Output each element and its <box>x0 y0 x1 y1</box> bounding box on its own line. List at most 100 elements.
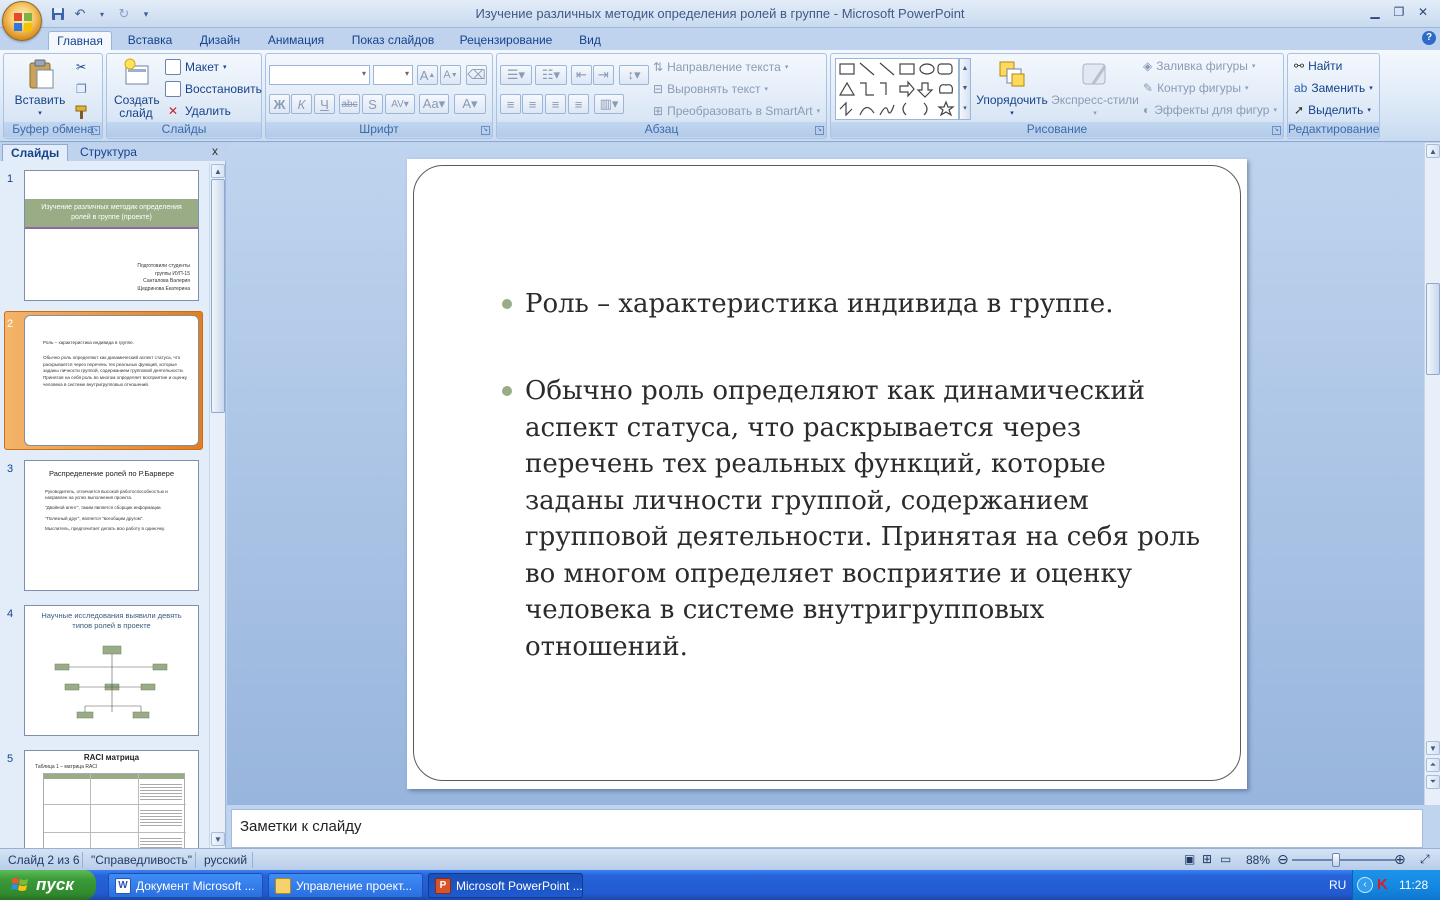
increase-indent-icon[interactable]: ⇥ <box>593 65 614 85</box>
text-shadow-icon[interactable]: S <box>362 94 383 114</box>
change-case-icon[interactable]: Aa▾ <box>419 94 449 114</box>
keyboard-language[interactable]: RU <box>1329 878 1346 892</box>
tab-view[interactable]: Вид <box>570 31 610 50</box>
copy-icon[interactable]: ❐ <box>76 82 87 96</box>
shape-outline-button[interactable]: ✎ Контур фигуры ▾ <box>1143 81 1249 95</box>
strikethrough-icon[interactable]: abc <box>339 94 360 114</box>
scroll-down-icon[interactable]: ▼ <box>1426 741 1440 755</box>
layout-button[interactable]: Макет ▾ <box>165 59 226 75</box>
bold-icon[interactable]: Ж <box>269 94 290 114</box>
new-slide-button[interactable]: Создать слайд <box>110 58 162 120</box>
panel-scroll-thumb[interactable] <box>211 179 225 413</box>
current-slide[interactable]: Роль – характеристика индивида в группе.… <box>407 159 1247 789</box>
justify-icon[interactable]: ≡ <box>568 94 589 114</box>
taskbar-item-folder[interactable]: Управление проект... <box>268 873 423 898</box>
theme-name[interactable]: "Справедливость" <box>91 853 192 867</box>
normal-view-icon[interactable]: ▣ <box>1184 852 1195 866</box>
text-direction-button[interactable]: ⇅ Направление текста ▾ <box>653 60 788 74</box>
office-button[interactable] <box>2 1 42 41</box>
shapes-gallery[interactable] <box>835 58 959 120</box>
tab-home[interactable]: Главная <box>48 31 112 50</box>
notes-input[interactable]: Заметки к слайду <box>231 809 1423 848</box>
tray-expand-icon[interactable]: ‹ <box>1357 877 1373 893</box>
select-button[interactable]: ➚ Выделить ▾ <box>1294 103 1371 117</box>
shape-effects-button[interactable]: ◐ Эффекты для фигур ▾ <box>1143 103 1277 117</box>
language-indicator[interactable]: русский <box>204 853 247 867</box>
clear-formatting-icon[interactable]: ⌫ <box>466 65 487 85</box>
slide-thumbnail-2[interactable]: Роль – характеристика индивида в группе.… <box>24 315 199 446</box>
close-icon[interactable]: x <box>212 144 218 158</box>
scroll-down-icon[interactable]: ▼ <box>211 832 225 846</box>
numbering-icon[interactable]: ☷▾ <box>535 65 567 85</box>
tab-slides[interactable]: Слайды <box>2 144 69 161</box>
slide-thumbnail-3[interactable]: Распределение ролей по Р.Барвере Руковод… <box>24 460 199 591</box>
tab-slideshow[interactable]: Показ слайдов <box>345 31 441 50</box>
quick-styles-button[interactable]: Экспресс-стили ▾ <box>1051 58 1139 120</box>
format-painter-icon[interactable] <box>74 104 90 120</box>
smartart-button[interactable]: ⊞ Преобразовать в SmartArt ▾ <box>653 104 820 118</box>
shrink-font-icon[interactable]: A ▼ <box>440 65 461 85</box>
paste-button[interactable]: Вставить ▾ <box>12 58 68 120</box>
zoom-in-icon[interactable]: ⊕ <box>1394 851 1406 868</box>
zoom-level[interactable]: 88% <box>1246 853 1270 867</box>
panel-scrollbar[interactable]: ▲ ▼ <box>209 163 225 848</box>
font-name-combobox[interactable]: ▾ <box>269 65 370 85</box>
clipboard-launcher-icon[interactable]: ↘ <box>91 126 100 135</box>
start-button[interactable]: пуск <box>0 870 96 900</box>
slide-sorter-view-icon[interactable]: ⊞ <box>1202 852 1212 866</box>
slideshow-view-icon[interactable]: ▭ <box>1220 852 1231 866</box>
antivirus-icon[interactable]: K <box>1377 876 1393 894</box>
shape-fill-button[interactable]: ◈ Заливка фигуры ▾ <box>1143 59 1255 73</box>
paragraph-launcher-icon[interactable]: ↘ <box>815 126 824 135</box>
grow-font-icon[interactable]: A ▲ <box>417 65 438 85</box>
fit-to-window-icon[interactable]: ⤢ <box>1420 852 1430 867</box>
close-icon[interactable]: ✕ <box>1412 3 1434 21</box>
line-spacing-icon[interactable]: ↕▾ <box>619 65 649 85</box>
align-text-button[interactable]: ⊟ Выровнять текст ▾ <box>653 82 768 96</box>
drawing-launcher-icon[interactable]: ↘ <box>1272 126 1281 135</box>
reset-button[interactable]: Восстановить <box>165 81 262 97</box>
zoom-slider-thumb[interactable] <box>1332 853 1340 867</box>
slide-thumbnail-1[interactable]: Изучение различных методик определения р… <box>24 170 199 301</box>
tab-animation[interactable]: Анимация <box>258 31 334 50</box>
editor-scroll-thumb[interactable] <box>1426 283 1440 375</box>
minimize-icon[interactable]: ▁ <box>1364 3 1386 21</box>
cut-icon[interactable]: ✂ <box>76 60 86 74</box>
help-icon[interactable]: ? <box>1422 31 1436 45</box>
slide-thumbnail-5[interactable]: RACI матрица Таблица 1 – матрица RACI <box>24 750 199 848</box>
taskbar-item-powerpoint[interactable]: P Microsoft PowerPoint ... <box>428 873 583 898</box>
find-button[interactable]: ⚯ Найти <box>1294 59 1342 73</box>
next-slide-icon[interactable]: ⏷ <box>1426 775 1440 789</box>
replace-button[interactable]: ab Заменить ▾ <box>1294 81 1373 95</box>
columns-icon[interactable]: ▥▾ <box>594 94 624 114</box>
tab-outline[interactable]: Структура <box>72 144 145 161</box>
decrease-indent-icon[interactable]: ⇤ <box>571 65 592 85</box>
scroll-up-icon[interactable]: ▲ <box>211 164 225 178</box>
tab-insert[interactable]: Вставка <box>120 31 180 50</box>
font-launcher-icon[interactable]: ↘ <box>481 126 490 135</box>
tab-design[interactable]: Дизайн <box>190 31 250 50</box>
align-right-icon[interactable]: ≡ <box>545 94 566 114</box>
previous-slide-icon[interactable]: ⏶ <box>1426 758 1440 772</box>
restore-icon[interactable]: ❐ <box>1388 3 1410 21</box>
arrange-button[interactable]: Упорядочить ▾ <box>976 58 1048 120</box>
underline-icon[interactable]: Ч <box>314 94 335 114</box>
zoom-slider[interactable] <box>1292 859 1396 861</box>
zoom-out-icon[interactable]: ⊖ <box>1277 851 1289 868</box>
slide-bullet-2[interactable]: Обычно роль определяют как динамический … <box>525 373 1205 665</box>
editor-scrollbar[interactable]: ▲ ▼ ⏶ ⏷ <box>1424 143 1440 805</box>
char-spacing-icon[interactable]: AV▾ <box>385 94 415 114</box>
align-center-icon[interactable]: ≡ <box>522 94 543 114</box>
taskbar-item-word[interactable]: W Документ Microsoft ... <box>108 873 263 898</box>
font-size-combobox[interactable]: ▾ <box>373 65 413 85</box>
shapes-gallery-scroll[interactable]: ▲ ▼ ▾ <box>959 58 971 120</box>
slide-thumbnail-4[interactable]: Научные исследования выявили девять типо… <box>24 605 199 736</box>
delete-slide-button[interactable]: ✕ Удалить <box>165 103 231 119</box>
italic-icon[interactable]: К <box>291 94 312 114</box>
bullets-icon[interactable]: ☰▾ <box>500 65 532 85</box>
align-left-icon[interactable]: ≡ <box>500 94 521 114</box>
tab-review[interactable]: Рецензирование <box>452 31 560 50</box>
slide-bullet-1[interactable]: Роль – характеристика индивида в группе. <box>525 286 1205 323</box>
scroll-up-icon[interactable]: ▲ <box>1426 144 1440 158</box>
font-color-icon[interactable]: A▾ <box>454 94 486 114</box>
